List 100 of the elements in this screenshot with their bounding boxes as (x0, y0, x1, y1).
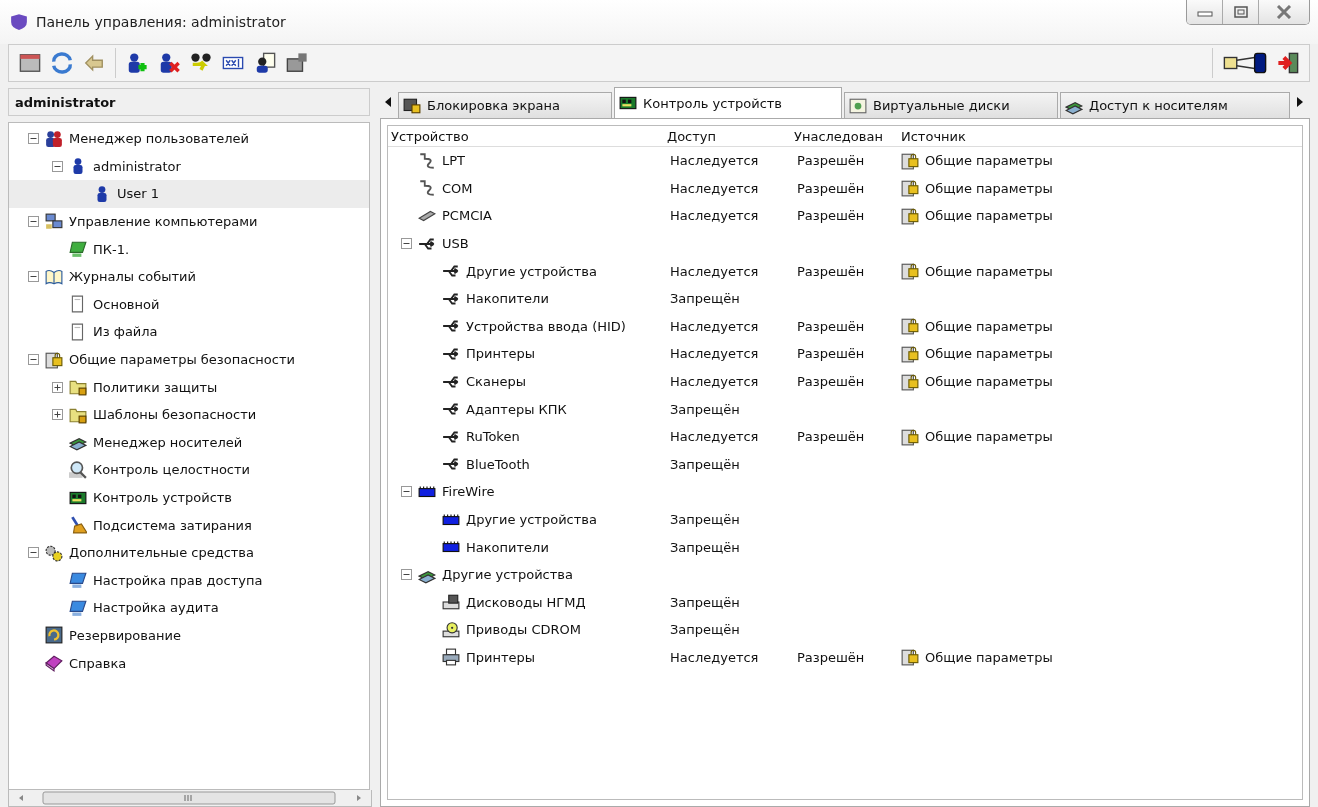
inherited-cell: Разрешён (797, 346, 865, 362)
tree-item[interactable]: Журналы событий (9, 262, 369, 291)
access-cell: Наследуется (670, 429, 759, 445)
security-icon (45, 350, 63, 369)
users-arrow-icon[interactable] (190, 52, 212, 74)
inherited-cell: Разрешён (797, 180, 865, 196)
tree-item-label: Справка (69, 655, 127, 671)
tree-item[interactable]: Управление компьютерами (9, 207, 369, 236)
collapse-icon[interactable] (400, 486, 412, 498)
close-button[interactable] (1259, 0, 1309, 24)
collapse-icon[interactable] (27, 547, 39, 559)
device-name: USB (442, 236, 469, 252)
tab[interactable]: Блокировка экрана (398, 92, 612, 118)
collapse-icon[interactable] (400, 569, 412, 581)
device-name: FireWire (442, 484, 495, 500)
book-icon (45, 267, 63, 286)
collapse-icon[interactable] (27, 354, 39, 366)
collapse-icon[interactable] (27, 133, 39, 145)
access-cell: Наследуется (670, 153, 759, 169)
column-header[interactable]: Устройство (388, 128, 664, 144)
exit-icon[interactable] (1277, 52, 1299, 74)
tree-item[interactable]: Справка (9, 649, 369, 677)
tree-item-label: Политики защиты (93, 379, 218, 395)
tree-item[interactable]: Менеджер носителей (9, 428, 369, 457)
tree-item[interactable]: Менеджер пользователей (9, 125, 369, 153)
tree-item[interactable]: Настройка аудита (9, 594, 369, 622)
access-cell: Наследуется (670, 208, 759, 224)
access-cell: Наследуется (670, 318, 759, 334)
remove-user-icon[interactable] (158, 52, 180, 74)
scroll-left-icon[interactable] (385, 97, 391, 107)
access-cell: Запрещён (670, 622, 740, 638)
floppy-drive-icon (442, 593, 460, 612)
monitor-icon (69, 571, 87, 590)
tree-item[interactable]: ПК-1. (9, 235, 369, 263)
tree-item[interactable]: Резервирование (9, 621, 369, 650)
device-name: Адаптеры КПК (466, 401, 567, 417)
tree-item-label: Из файла (93, 324, 158, 340)
tab[interactable]: Виртуальные диски (844, 92, 1058, 118)
tree-item[interactable]: administrator (9, 152, 369, 181)
source-cell: Общие параметры (925, 153, 1053, 169)
scroll-right-icon[interactable] (1297, 97, 1303, 107)
security-icon (901, 317, 919, 336)
source-cell: Общие параметры (925, 208, 1053, 224)
device-name: Другие устройства (442, 567, 573, 583)
horizontal-scrollbar[interactable] (8, 790, 372, 807)
maximize-icon (1233, 6, 1248, 18)
tab[interactable]: Доступ к носителям (1060, 92, 1290, 118)
collapse-icon[interactable] (27, 271, 39, 283)
tree-item-label: Дополнительные средства (69, 545, 254, 561)
column-header[interactable]: Унаследован (791, 128, 898, 144)
refresh-icon[interactable] (51, 52, 73, 74)
tree-item-label: administrator (93, 158, 181, 174)
tree-item-label: Настройка прав доступа (93, 572, 263, 588)
connection-icon[interactable] (1223, 52, 1267, 74)
tree-item[interactable]: Основной (9, 290, 369, 319)
monitor-icon (69, 598, 87, 617)
help-book-icon (45, 654, 63, 673)
security-icon (901, 151, 919, 170)
collapse-icon[interactable] (51, 160, 63, 172)
access-cell: Наследуется (670, 374, 759, 390)
tree-item[interactable]: Контроль целостности (9, 456, 369, 484)
inherited-cell: Разрешён (797, 153, 865, 169)
tree-item-label: Журналы событий (69, 269, 196, 285)
tree-item-label: ПК-1. (93, 241, 130, 257)
security-icon (901, 648, 919, 667)
tree-item[interactable]: Подсистема затирания (9, 511, 369, 539)
maximize-button[interactable] (1223, 0, 1259, 24)
undo-icon[interactable] (83, 52, 105, 74)
collapse-icon[interactable] (27, 216, 39, 228)
column-header[interactable]: Доступ (664, 128, 791, 144)
add-user-icon[interactable] (126, 52, 148, 74)
security-icon (901, 262, 919, 281)
tree-item[interactable]: Общие параметры безопасности (9, 345, 369, 374)
source-cell: Общие параметры (925, 263, 1053, 279)
window-title: Панель управления: administrator (36, 14, 287, 30)
tree-item[interactable]: Контроль устройств (9, 483, 369, 512)
tree-item[interactable]: Шаблоны безопасности (9, 400, 369, 429)
device-name: RuToken (466, 429, 520, 445)
expand-icon[interactable] (51, 409, 63, 421)
security-icon (901, 427, 919, 446)
device-name: Приводы CDROM (466, 622, 582, 638)
tree-item[interactable]: Политики защиты (9, 373, 369, 401)
cable-icon (418, 151, 436, 170)
expand-icon[interactable] (51, 381, 63, 393)
collapse-icon[interactable] (400, 238, 412, 250)
column-header[interactable]: Источник (898, 128, 1302, 144)
tree-item[interactable]: User 1 (9, 180, 369, 208)
access-cell: Запрещён (670, 456, 740, 472)
tab[interactable]: Контроль устройств (614, 87, 842, 118)
tree-item-label: Основной (93, 296, 160, 312)
tree-item[interactable]: Дополнительные средства (9, 538, 369, 567)
folder-lock-icon (69, 378, 87, 397)
tree-item[interactable]: Настройка прав доступа (9, 566, 369, 595)
source-cell: Общие параметры (925, 650, 1053, 665)
access-cell: Наследуется (670, 346, 759, 362)
tree-item[interactable]: Из файла (9, 318, 369, 346)
device-name: LPT (442, 153, 466, 169)
access-cell: Запрещён (670, 291, 740, 307)
calendar-icon[interactable] (19, 52, 41, 74)
minimize-button[interactable] (1187, 0, 1223, 24)
